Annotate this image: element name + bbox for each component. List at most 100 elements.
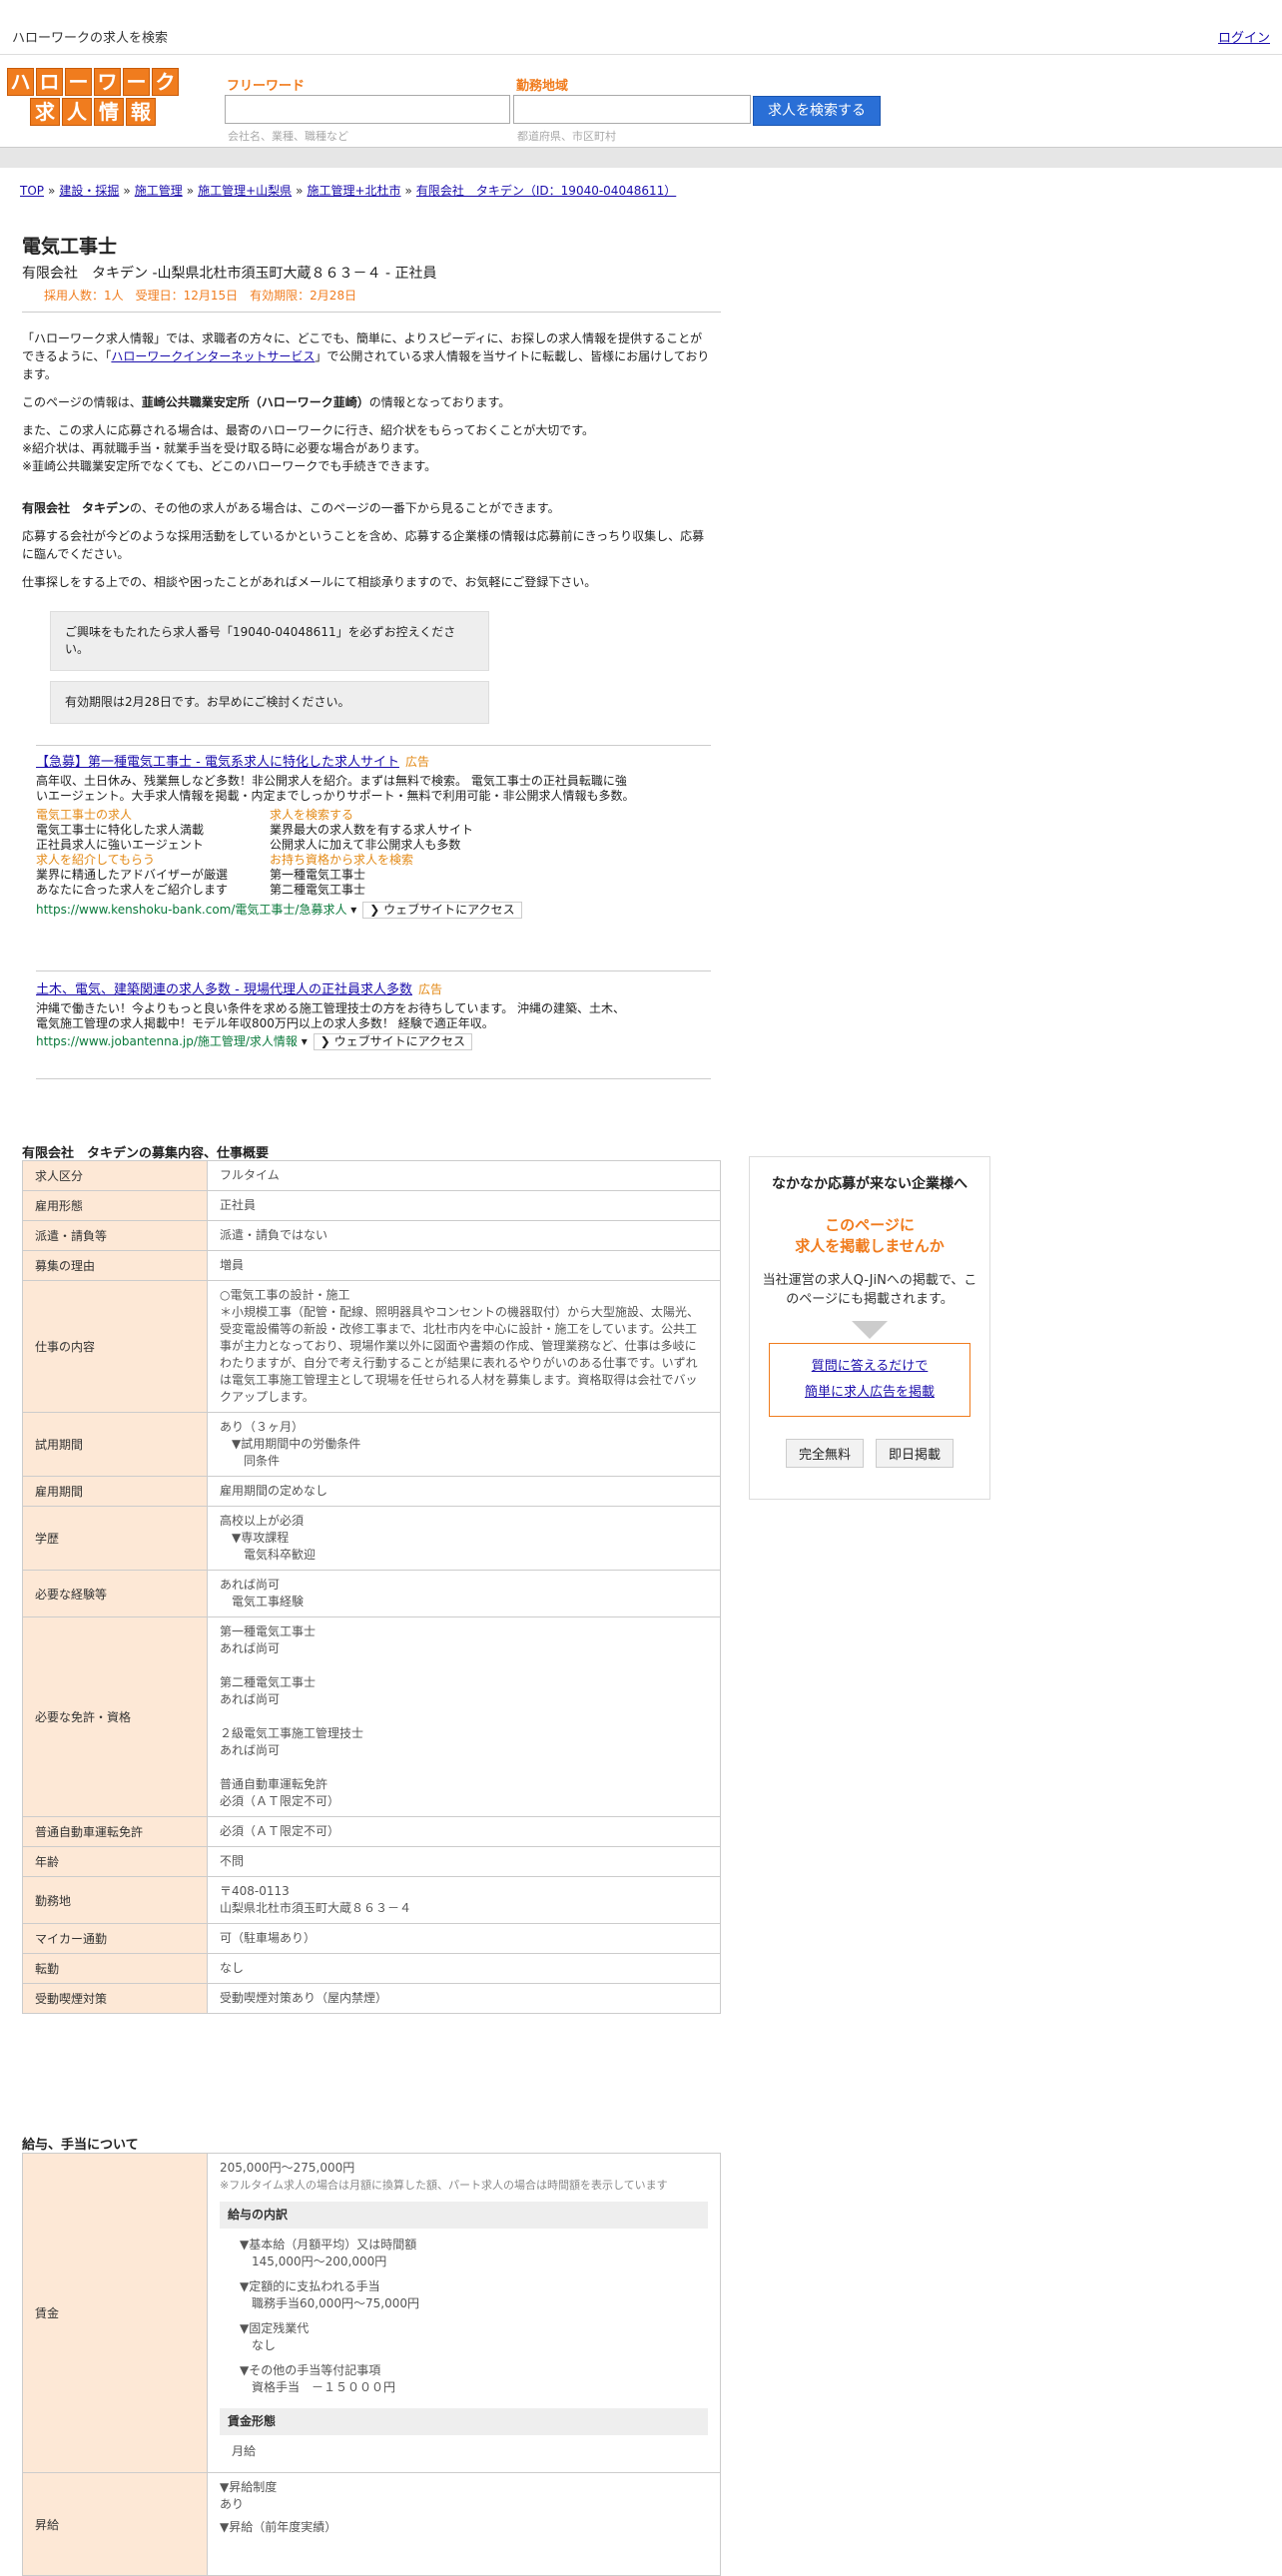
divider xyxy=(36,1078,711,1079)
breadcrumb-link[interactable]: 建設・採掘 xyxy=(59,184,119,198)
row-label: 普通自動車運転免許 xyxy=(22,1816,208,1847)
ad-sitelink[interactable]: お持ち資格から求人を検索 第一種電気工事士 第二種電気工事士 xyxy=(270,853,509,898)
salary-item: ▼その他の手当等付記事項 資格手当 －１５０００円 xyxy=(240,2363,396,2394)
row-value: 増員 xyxy=(207,1250,721,1281)
logo-char: 情 xyxy=(94,98,124,126)
row-label: 必要な免許・資格 xyxy=(22,1616,208,1817)
table-row: 求人区分 フルタイム xyxy=(22,1160,721,1191)
row-label: 試用期間 xyxy=(22,1412,208,1477)
row-value: 不問 xyxy=(207,1846,721,1877)
breadcrumb-link[interactable]: 施工管理+山梨県 xyxy=(198,184,292,198)
ad-2-title[interactable]: 土木、電気、建築関連の求人多数 - 現場代理人の正社員求人多数 xyxy=(36,982,412,997)
breadcrumb-separator: » xyxy=(48,184,56,198)
keyword-input[interactable] xyxy=(225,95,510,124)
row-label: 学歴 xyxy=(22,1506,208,1571)
logo-char: ク xyxy=(152,68,179,96)
note-job-number: ご興味をもたれたら求人番号「19040-04048611」を必ずお控えください。 xyxy=(50,611,489,671)
table-row: 試用期間 あり（３ヶ月） ▼試用期間中の労働条件 同条件 xyxy=(22,1412,721,1477)
header: ハローワーク 求人情報 フリーワード 会社名、業種、職種など 勤務地域 都道府県… xyxy=(0,55,1282,148)
same-day-button[interactable]: 即日掲載 xyxy=(876,1439,955,1468)
table-row: 受動喫煙対策 受動喫煙対策あり（屋内禁煙） xyxy=(22,1983,721,2014)
logo-char: ハ xyxy=(7,68,34,96)
search-button[interactable]: 求人を検索する xyxy=(753,96,881,126)
area-label: 勤務地域 xyxy=(516,79,569,94)
breadcrumb-separator: » xyxy=(123,184,131,198)
row-value: 雇用期間の定めなし xyxy=(207,1476,721,1507)
logo[interactable]: ハローワーク 求人情報 xyxy=(6,67,180,126)
down-arrow-icon xyxy=(852,1321,888,1339)
logo-char: 求 xyxy=(30,98,60,126)
ad-sitelink[interactable]: 求人を紹介してもらう 業界に精通したアドバイザーが厳選 あなたに合った求人をご紹介し… xyxy=(36,853,270,898)
ad-sitelink[interactable]: 求人を検索する 業界最大の求人数を有する求人サイト 公開求人に加えて非公開求人も多数 xyxy=(270,808,509,853)
divider xyxy=(36,970,711,971)
ad-sitelink[interactable]: 電気工事士の求人 電気工事士に特化した求人満載 正社員求人に強いエージェント xyxy=(36,808,270,853)
keyword-label: フリーワード xyxy=(227,79,306,94)
area-hint: 都道府県、市区町村 xyxy=(517,130,616,143)
row-value: なし xyxy=(207,1953,721,1984)
logo-char: 人 xyxy=(62,98,92,126)
divider xyxy=(22,312,721,313)
table-row: 勤務地 〒408-0113 山梨県北杜市須玉町大蔵８６３－４ xyxy=(22,1876,721,1924)
table-row: 派遣・請負等 派遣・請負ではない xyxy=(22,1220,721,1251)
job-title: 電気工事士 xyxy=(22,236,118,258)
section-job-overview-title: 有限会社 タキデンの募集内容、仕事概要 xyxy=(22,1146,270,1161)
row-value: あれば尚可 電気工事経験 xyxy=(207,1570,721,1617)
row-value: 可（駐車場あり） xyxy=(207,1923,721,1954)
row-label: 派遣・請負等 xyxy=(22,1220,208,1251)
salary-range: 205,000円〜275,000円 xyxy=(220,2161,355,2175)
logo-char: ロ xyxy=(36,68,63,96)
breadcrumb-separator: » xyxy=(186,184,195,198)
ad-2-visit-button[interactable]: ❯ ウェブサイトにアクセス xyxy=(313,1033,473,1050)
breadcrumb-link[interactable]: 施工管理+北杜市 xyxy=(307,184,400,198)
row-label: 転勤 xyxy=(22,1953,208,1984)
logo-char: ー xyxy=(65,68,92,96)
hellowork-link[interactable]: ハローワークインターネットサービス xyxy=(111,349,315,363)
raise-key: 昇給 xyxy=(22,2472,208,2576)
row-value: 〒408-0113 山梨県北杜市須玉町大蔵８６３－４ xyxy=(207,1876,721,1924)
row-value: 必須（ＡＴ限定不可） xyxy=(207,1816,721,1847)
breadcrumb-link[interactable]: TOP xyxy=(20,184,44,198)
table-row: 必要な免許・資格 第一種電気工事士 あれば尚可 第二種電気工事士 あれば尚可 ２級… xyxy=(22,1616,721,1817)
table-row: 学歴 高校以上が必須 ▼専攻課程 電気科卒歓迎 xyxy=(22,1506,721,1571)
free-button[interactable]: 完全無料 xyxy=(785,1439,864,1468)
row-label: 雇用形態 xyxy=(22,1190,208,1221)
job-header: 電気工事士 有限会社 タキデン -山梨県北杜市須玉町大蔵８６３－４ - 正社員 … xyxy=(22,232,436,304)
row-value: 派遣・請負ではない xyxy=(207,1220,721,1251)
login-link[interactable]: ログイン xyxy=(1218,27,1270,46)
breadcrumb: TOP» 建設・採掘» 施工管理» 施工管理+山梨県» 施工管理+北杜市» 有限会社 タキ… xyxy=(20,182,676,199)
table-row: 雇用形態 正社員 xyxy=(22,1190,721,1221)
salary-item: ▼基本給（月額平均）又は時間額 145,000円〜200,000円 xyxy=(240,2238,417,2268)
ad-1-title[interactable]: 【急募】第一種電気工事士 - 電気系求人に特化した求人サイト xyxy=(36,755,399,770)
breadcrumb-link[interactable]: 施工管理 xyxy=(135,184,183,198)
row-label: 雇用期間 xyxy=(22,1476,208,1507)
table-row: 募集の理由 増員 xyxy=(22,1250,721,1281)
row-label: 必要な経験等 xyxy=(22,1570,208,1617)
area-input[interactable] xyxy=(513,95,751,124)
raise-item: ▼昇給（前年度実績） xyxy=(220,2520,337,2534)
row-value: 受動喫煙対策あり（屋内禁煙） xyxy=(207,1983,721,2014)
breadcrumb-separator: » xyxy=(404,184,412,198)
row-value: 正社員 xyxy=(207,1190,721,1221)
table-row: 年齢 不問 xyxy=(22,1846,721,1877)
advertise-link-1[interactable]: 質問に答えるだけで xyxy=(812,1359,929,1374)
top-bar: ハローワークの求人を検索 ログイン xyxy=(0,0,1282,55)
breadcrumb-link[interactable]: 有限会社 タキデン（ID：19040-04048611） xyxy=(416,184,676,198)
site-title: ハローワークの求人を検索 xyxy=(12,31,169,46)
salary-key: 賃金 xyxy=(22,2153,208,2473)
ad-2-url[interactable]: https://www.jobantenna.jp/施工管理/求人情報 xyxy=(36,1034,298,1048)
breadcrumb-separator: » xyxy=(296,184,304,198)
gray-band xyxy=(0,148,1282,168)
salary-form-head: 賃金形態 xyxy=(220,2408,708,2435)
row-value: 第一種電気工事士 あれば尚可 第二種電気工事士 あれば尚可 ２級電気工事施工管理… xyxy=(207,1616,721,1817)
ad-1-url[interactable]: https://www.kenshoku-bank.com/電気工事士/急募求人 xyxy=(36,903,346,917)
table-row: 必要な経験等 あれば尚可 電気工事経験 xyxy=(22,1570,721,1617)
salary-table: 賃金 205,000円〜275,000円 ※フルタイム求人の場合は月額に換算した… xyxy=(22,2153,721,2576)
ad-1-visit-button[interactable]: ❯ ウェブサイトにアクセス xyxy=(362,902,522,919)
table-row: 転勤 なし xyxy=(22,1953,721,1984)
raise-item: ▼昇給制度 あり xyxy=(220,2480,278,2511)
row-value: フルタイム xyxy=(207,1160,721,1191)
row-label: 受動喫煙対策 xyxy=(22,1983,208,2014)
keyword-hint: 会社名、業種、職種など xyxy=(228,130,348,143)
advertise-link-2[interactable]: 簡単に求人広告を掲載 xyxy=(805,1385,935,1400)
salary-item: ▼定額的に支払われる手当 職務手当60,000円〜75,000円 xyxy=(240,2279,419,2310)
